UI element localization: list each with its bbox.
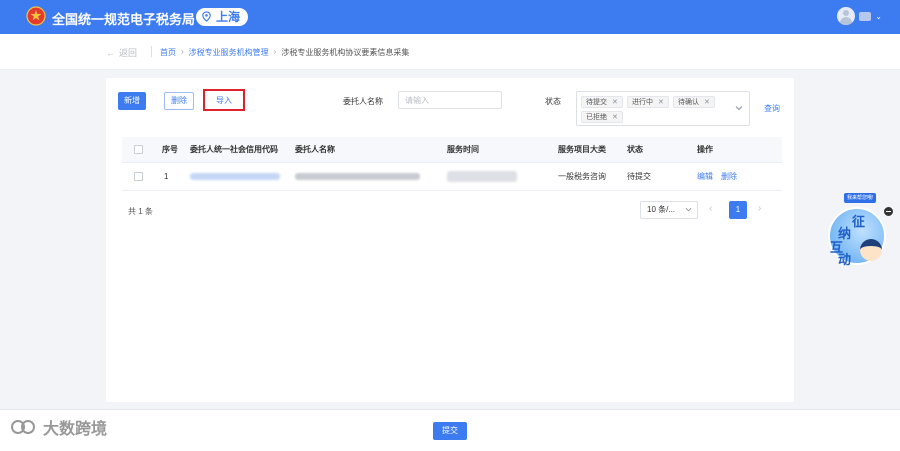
region-label: 上海 [216, 10, 241, 24]
interaction-widget[interactable]: 我来帮您哦! 征 纳 互 动 [826, 193, 893, 273]
page-number-current[interactable]: 1 [729, 201, 747, 219]
status-tag: 待提交 ✕ [581, 96, 623, 108]
edit-link[interactable]: 编辑 [697, 171, 713, 182]
query-button[interactable]: 查询 [764, 103, 780, 114]
back-label: 返回 [119, 48, 138, 58]
column-header-client-name: 委托人名称 [295, 145, 335, 154]
status-tag: 已拒绝 ✕ [581, 111, 623, 123]
chevron-right-icon: › [181, 47, 184, 56]
column-header-credit-code: 委托人统一社会信用代码 [190, 145, 278, 154]
location-pin-icon [202, 11, 211, 22]
status-tag-label: 待确认 [678, 99, 699, 106]
service-time-redacted [447, 163, 517, 190]
total-count: 共 1 条 [128, 207, 153, 216]
page-size-select[interactable]: 10 条/... [640, 201, 698, 219]
table-row: 1 一般税务咨询 待提交 编辑 删除 [122, 163, 782, 191]
tax-emblem-icon [26, 6, 46, 26]
checkbox[interactable] [134, 145, 143, 154]
client-name-label: 委托人名称 [343, 97, 383, 106]
status-tag-label: 待提交 [586, 99, 607, 106]
row-service-category: 一般税务咨询 [558, 172, 606, 181]
delete-button[interactable]: 删除 [164, 92, 194, 110]
site-title: 全国统一规范电子税务局 [52, 12, 196, 27]
import-highlight-box [203, 89, 245, 111]
breadcrumb-agency-management[interactable]: 涉税专业服务机构管理 [189, 47, 269, 58]
assistant-mascot-icon[interactable]: 征 纳 互 动 [828, 207, 886, 267]
mascot-face [860, 239, 882, 261]
avatar[interactable] [837, 7, 856, 25]
column-header-index: 序号 [162, 145, 178, 154]
row-status: 待提交 [627, 172, 651, 181]
watermark: 大数跨境 [10, 415, 107, 439]
close-icon[interactable]: ✕ [658, 99, 664, 106]
region-selector[interactable]: 上海 [196, 8, 249, 26]
column-header-service-category: 服务项目大类 [558, 145, 606, 154]
footer-bar: 提交 [0, 409, 900, 451]
status-tag-label: 已拒绝 [586, 114, 607, 121]
widget-tip: 我来帮您哦! [844, 193, 877, 203]
breadcrumb-current-page: 涉税专业服务机构协议要素信息采集 [281, 48, 410, 57]
column-header-status: 状态 [627, 145, 643, 154]
top-header: 全国统一规范电子税务局 上海 ⌄ [0, 0, 900, 34]
user-name-redacted [859, 11, 872, 21]
user-menu[interactable]: ⌄ [837, 7, 882, 25]
status-label: 状态 [545, 97, 561, 106]
close-icon[interactable]: ✕ [704, 99, 710, 106]
row-actions: 编辑 删除 [697, 163, 745, 190]
minimize-icon[interactable] [884, 207, 893, 216]
client-name-input[interactable] [398, 91, 502, 109]
watermark-logo-icon [11, 420, 35, 434]
column-header-service-time: 服务时间 [447, 145, 479, 154]
chevron-down-icon [685, 207, 692, 212]
close-icon[interactable]: ✕ [612, 99, 618, 106]
chevron-down-icon[interactable] [735, 104, 743, 112]
chevron-down-icon[interactable]: ⌄ [875, 12, 882, 21]
add-button[interactable]: 新增 [118, 92, 146, 110]
column-header-actions: 操作 [697, 145, 713, 154]
status-tag: 待确认 ✕ [673, 96, 715, 108]
credit-code-redacted [190, 163, 280, 190]
next-page-button[interactable]: › [758, 203, 761, 214]
watermark-text: 大数跨境 [43, 421, 108, 438]
row-checkbox-cell[interactable] [134, 163, 143, 190]
client-name-redacted [295, 163, 420, 190]
status-multiselect[interactable]: 待提交 ✕ 进行中 ✕ 待确认 ✕ 已拒绝 ✕ [576, 91, 750, 126]
status-tag-label: 进行中 [632, 99, 653, 106]
data-table: 序号 委托人统一社会信用代码 委托人名称 服务时间 服务项目大类 状态 操作 1… [122, 137, 782, 191]
breadcrumb-home[interactable]: 首页 [160, 47, 176, 58]
close-icon[interactable]: ✕ [612, 114, 618, 121]
delete-link[interactable]: 删除 [721, 171, 737, 182]
select-all-checkbox[interactable] [134, 137, 143, 162]
back-button[interactable]: ← 返回 [106, 46, 137, 59]
table-header: 序号 委托人统一社会信用代码 委托人名称 服务时间 服务项目大类 状态 操作 [122, 137, 782, 163]
widget-char: 动 [838, 252, 852, 267]
prev-page-button[interactable]: ‹ [709, 203, 712, 214]
breadcrumb: 首页 › 涉税专业服务机构管理 › 涉税专业服务机构协议要素信息采集 [160, 47, 409, 58]
main-card: 新增 删除 导入 委托人名称 状态 待提交✕ 进行中✕ 待确认✕ 已拒绝✕ 查询… [106, 78, 794, 402]
breadcrumb-bar: ← 返回 首页 › 涉税专业服务机构管理 › 涉税专业服务机构协议要素信息采集 [0, 34, 900, 70]
arrow-left-icon: ← [106, 47, 115, 58]
page-size-value: 10 条/... [647, 205, 676, 214]
checkbox[interactable] [134, 172, 143, 181]
submit-button[interactable]: 提交 [433, 422, 467, 440]
status-tag: 进行中 ✕ [627, 96, 669, 108]
chevron-right-icon: › [273, 47, 277, 56]
row-index: 1 [164, 172, 169, 181]
widget-char: 征 [852, 214, 866, 229]
divider [151, 46, 152, 57]
